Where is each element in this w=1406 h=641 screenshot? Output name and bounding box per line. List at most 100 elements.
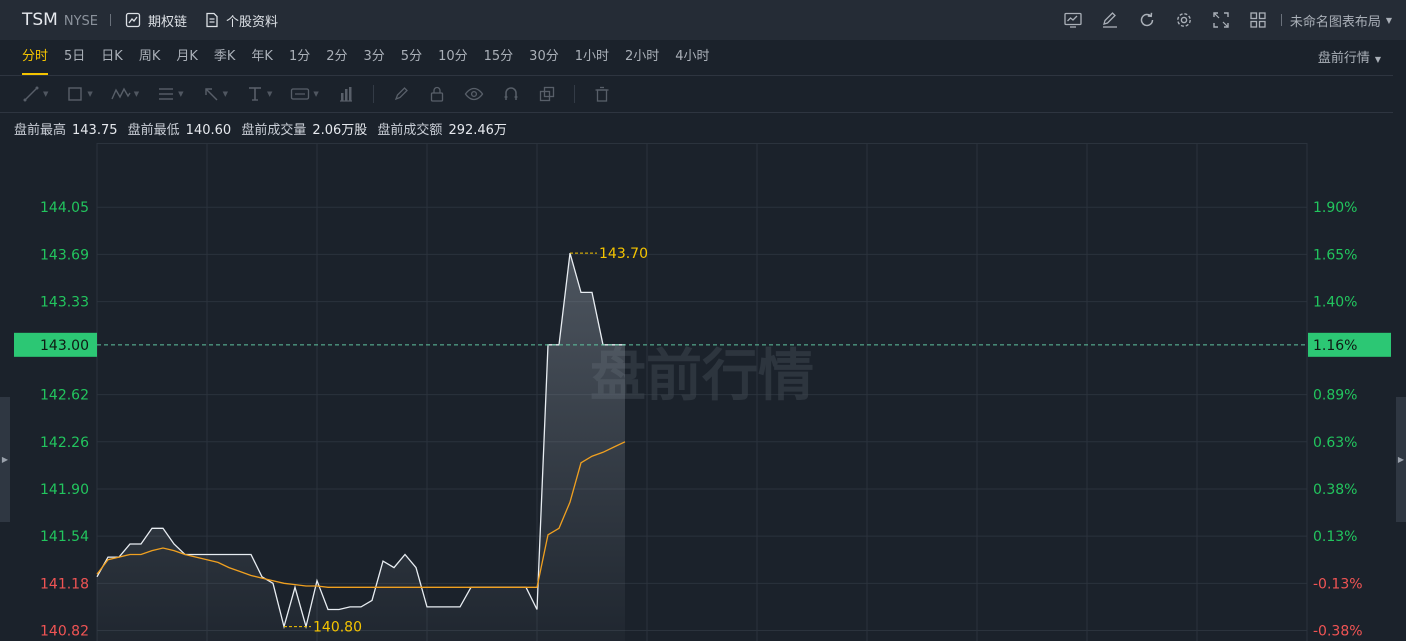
rectangle-tool[interactable]: ▼ [66, 85, 93, 103]
y-axis-percent-label: -0.13% [1313, 576, 1363, 592]
rectangle-icon [68, 87, 83, 101]
current-percent-value: 1.16% [1313, 338, 1357, 354]
delete-drawings-tool[interactable] [593, 85, 611, 103]
edit-button[interactable] [1092, 0, 1129, 40]
y-axis-percent-label: 1.65% [1313, 247, 1357, 263]
y-axis-price-label: 142.62 [40, 388, 89, 404]
divider [109, 14, 111, 26]
session-selector[interactable]: 盘前行情 ▼ [1318, 40, 1381, 76]
stat-label: 盘前成交额 [377, 123, 443, 138]
period-tab[interactable]: 1小时 [567, 40, 617, 76]
period-tab[interactable]: 日K [93, 40, 131, 76]
trend-line-icon [23, 86, 39, 102]
lock-icon [430, 86, 443, 102]
header-bar: TSM NYSE 期权链 个股资料 未命名图表布局 ▼ [0, 0, 1406, 40]
period-tab[interactable]: 分时 [14, 40, 56, 76]
visibility-tool[interactable] [464, 85, 484, 103]
grid-layout-icon [1250, 12, 1266, 28]
text-tool[interactable]: ▼ [246, 85, 272, 103]
fullscreen-icon [1213, 12, 1230, 28]
period-tab[interactable]: 年K [243, 40, 281, 76]
options-chain-button[interactable]: 期权链 [125, 11, 187, 30]
left-panel-toggle[interactable]: ▶ [0, 397, 10, 522]
price-label-icon [291, 88, 310, 100]
bar-pattern-tool[interactable] [337, 85, 355, 103]
chevron-right-icon: ▶ [1, 455, 9, 464]
y-axis-percent-label: 0.63% [1313, 435, 1357, 451]
low-price-label: 140.80 [313, 620, 362, 636]
drawing-toolbar: ▼ ▼ ▼ ▼ ▼ ▼ ▼ [0, 76, 1393, 113]
clone-tool[interactable] [538, 85, 556, 103]
right-panel-toggle[interactable]: ▶ [1396, 397, 1406, 522]
y-axis-price-label: 143.33 [40, 295, 89, 311]
brush-icon [394, 87, 408, 101]
indicator-button[interactable] [1055, 0, 1092, 40]
indicator-icon [1064, 12, 1082, 28]
chevron-down-icon: ▼ [1385, 15, 1392, 25]
chevron-down-icon: ▼ [313, 90, 319, 98]
period-tab[interactable]: 4小时 [667, 40, 717, 76]
period-tabs: 分时 5日 日K 周K 月K 季K 年K 1分 2分 3分 5分 10分 15分 30分 1小时 2小时 4小时 [14, 40, 718, 76]
chevron-down-icon: ▼ [43, 90, 49, 98]
period-tab[interactable]: 周K [131, 40, 169, 76]
premarket-stats: 盘前最高 143.75 盘前最低 140.60 盘前成交量 2.06万股 盘前成交额 2… [14, 119, 513, 138]
period-tab[interactable]: 15分 [476, 40, 522, 76]
y-axis-percent-label: -0.38% [1313, 624, 1363, 640]
header-tools: 未命名图表布局 ▼ [1055, 0, 1406, 40]
current-price-value: 143.00 [40, 338, 89, 354]
period-tab[interactable]: 月K [168, 40, 206, 76]
fullscreen-button[interactable] [1203, 0, 1240, 40]
period-tab[interactable]: 5日 [56, 40, 93, 76]
period-tab[interactable]: 5分 [393, 40, 430, 76]
period-tab[interactable]: 30分 [521, 40, 567, 76]
stock-profile-button[interactable]: 个股资料 [205, 11, 278, 30]
chart-app: TSM NYSE 期权链 个股资料 未命名图表布局 ▼ 分时 5日 日K 周K … [0, 0, 1406, 641]
period-tab[interactable]: 1分 [281, 40, 318, 76]
pattern-icon [111, 87, 131, 100]
price-chart[interactable]: 144.05 1.90% 143.69 1.65% 143.33 1.40% 142.62 0… [0, 143, 1393, 641]
fib-tool[interactable]: ▼ [157, 85, 184, 103]
period-tab[interactable]: 10分 [430, 40, 476, 76]
options-chain-label: 期权链 [147, 14, 187, 30]
chevron-down-icon: ▼ [222, 90, 228, 98]
brush-tool[interactable] [392, 85, 410, 103]
divider [1280, 14, 1282, 26]
chevron-right-icon: ▶ [1397, 455, 1405, 464]
high-price-label: 143.70 [599, 246, 648, 262]
refresh-button[interactable] [1129, 0, 1166, 40]
lock-tool[interactable] [428, 85, 446, 103]
clone-icon [539, 86, 554, 102]
options-chain-icon [125, 12, 141, 28]
y-axis-percent-label: 1.90% [1313, 200, 1357, 216]
period-tab[interactable]: 2分 [318, 40, 355, 76]
document-icon [206, 12, 218, 28]
magnet-tool[interactable] [502, 85, 520, 103]
period-tab[interactable]: 2小时 [617, 40, 667, 76]
y-axis-price-label: 141.18 [40, 576, 89, 592]
trend-line-tool[interactable]: ▼ [22, 85, 48, 103]
pattern-tool[interactable]: ▼ [111, 85, 139, 103]
arrow-tool[interactable]: ▼ [202, 85, 228, 103]
divider [573, 85, 575, 103]
layout-name: 未命名图表布局 [1289, 14, 1381, 30]
session-label: 盘前行情 [1317, 51, 1370, 66]
price-label-tool[interactable]: ▼ [290, 85, 319, 103]
layout-selector[interactable]: 未命名图表布局 ▼ [1290, 11, 1392, 30]
grid-layout-button[interactable] [1240, 0, 1277, 40]
stat-value: 2.06万股 [312, 123, 368, 138]
chevron-down-icon: ▼ [133, 90, 140, 98]
y-axis-price-label: 140.82 [40, 624, 89, 640]
period-tab[interactable]: 季K [206, 40, 244, 76]
bar-pattern-icon [339, 87, 352, 102]
settings-icon [1177, 13, 1192, 27]
y-axis-percent-label: 1.40% [1313, 295, 1357, 311]
price-area-fill [97, 253, 625, 641]
stat-value: 140.60 [185, 123, 232, 138]
edit-icon [1103, 12, 1118, 28]
chevron-down-icon: ▼ [87, 90, 93, 98]
y-axis-price-label: 142.26 [40, 435, 89, 451]
y-axis-price-label: 141.90 [40, 482, 89, 498]
period-tab[interactable]: 3分 [356, 40, 393, 76]
settings-button[interactable] [1166, 0, 1203, 40]
magnet-icon [504, 87, 518, 100]
